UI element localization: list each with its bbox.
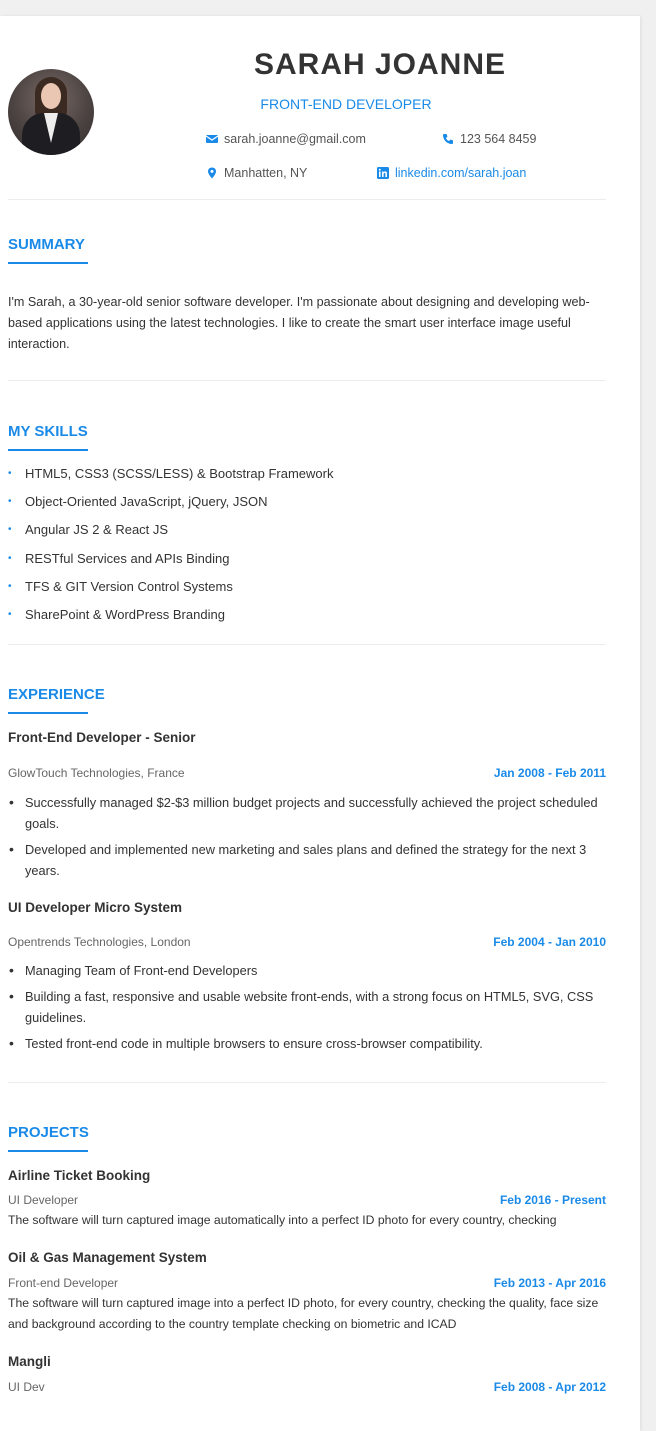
contact-linkedin[interactable]: linkedin.com/sarah.joan bbox=[377, 166, 526, 180]
job-company: Opentrends Technologies, London bbox=[8, 935, 191, 949]
project-title: Mangli bbox=[8, 1354, 51, 1369]
candidate-role: FRONT-END DEVELOPER bbox=[260, 96, 432, 112]
section-underline bbox=[8, 1150, 88, 1152]
divider bbox=[8, 644, 606, 645]
list-item: Managing Team of Front-end Developers bbox=[8, 960, 608, 981]
map-pin-icon bbox=[206, 167, 218, 179]
project-title: Oil & Gas Management System bbox=[8, 1250, 207, 1265]
job-date: Feb 2004 - Jan 2010 bbox=[493, 935, 606, 949]
list-item: Successfully managed $2-$3 million budge… bbox=[8, 792, 608, 834]
skills-list: HTML5, CSS3 (SCSS/LESS) & Bootstrap Fram… bbox=[8, 465, 333, 634]
project-role: Front-end Developer bbox=[8, 1276, 119, 1290]
project-description: The software will turn captured image au… bbox=[8, 1213, 557, 1227]
job-bullets: Managing Team of Front-end Developers Bu… bbox=[8, 960, 608, 1059]
list-item: Object-Oriented JavaScript, jQuery, JSON bbox=[8, 493, 333, 521]
job-title: UI Developer Micro System bbox=[8, 900, 183, 915]
section-title-experience: EXPERIENCE bbox=[8, 686, 105, 703]
list-item: Building a fast, responsive and usable w… bbox=[8, 986, 608, 1028]
project-date: Feb 2016 - Present bbox=[499, 1193, 606, 1207]
email-text: sarah.joanne@gmail.com bbox=[224, 132, 366, 146]
section-underline bbox=[8, 262, 88, 264]
phone-text: 123 564 8459 bbox=[460, 132, 537, 146]
project-date: Feb 2013 - Apr 2016 bbox=[493, 1276, 606, 1290]
phone-icon bbox=[442, 133, 454, 145]
list-item: SharePoint & WordPress Branding bbox=[8, 606, 333, 634]
section-underline bbox=[8, 712, 88, 714]
job-bullets: Successfully managed $2-$3 million budge… bbox=[8, 792, 608, 886]
job-date: Jan 2008 - Feb 2011 bbox=[493, 766, 606, 780]
divider bbox=[8, 199, 606, 200]
summary-text: I'm Sarah, a 30-year-old senior software… bbox=[8, 295, 590, 351]
linkedin-link[interactable]: linkedin.com/sarah.joan bbox=[395, 166, 526, 180]
list-item: Tested front-end code in multiple browse… bbox=[8, 1033, 608, 1054]
project-role: UI Developer bbox=[8, 1193, 79, 1207]
location-text: Manhatten, NY bbox=[224, 166, 308, 180]
contact-location: Manhatten, NY bbox=[206, 166, 307, 180]
list-item: HTML5, CSS3 (SCSS/LESS) & Bootstrap Fram… bbox=[8, 465, 333, 493]
list-item: Developed and implemented new marketing … bbox=[8, 839, 608, 881]
resume-sheet: SARAH JOANNE FRONT-END DEVELOPER sarah.j… bbox=[0, 16, 640, 1431]
project-description: The software will turn captured image in… bbox=[8, 1296, 599, 1331]
contact-phone: 123 564 8459 bbox=[442, 132, 536, 146]
contact-email: sarah.joanne@gmail.com bbox=[206, 132, 366, 146]
job-company: GlowTouch Technologies, France bbox=[8, 766, 185, 780]
linkedin-icon bbox=[377, 167, 389, 179]
project-date: Feb 2008 - Apr 2012 bbox=[493, 1380, 606, 1394]
section-title-skills: MY SKILLS bbox=[8, 423, 88, 440]
section-title-summary: SUMMARY bbox=[8, 236, 85, 253]
list-item: TFS & GIT Version Control Systems bbox=[8, 578, 333, 606]
list-item: RESTful Services and APIs Binding bbox=[8, 550, 333, 578]
section-title-projects: PROJECTS bbox=[8, 1124, 89, 1141]
job-title: Front-End Developer - Senior bbox=[8, 730, 196, 745]
candidate-name: SARAH JOANNE bbox=[253, 48, 507, 81]
envelope-icon bbox=[206, 133, 218, 145]
list-item: Angular JS 2 & React JS bbox=[8, 521, 333, 549]
divider bbox=[8, 1082, 606, 1083]
divider bbox=[8, 380, 606, 381]
project-role: UI Dev bbox=[8, 1380, 45, 1394]
section-underline bbox=[8, 449, 88, 451]
avatar bbox=[8, 69, 94, 155]
project-title: Airline Ticket Booking bbox=[8, 1168, 151, 1183]
